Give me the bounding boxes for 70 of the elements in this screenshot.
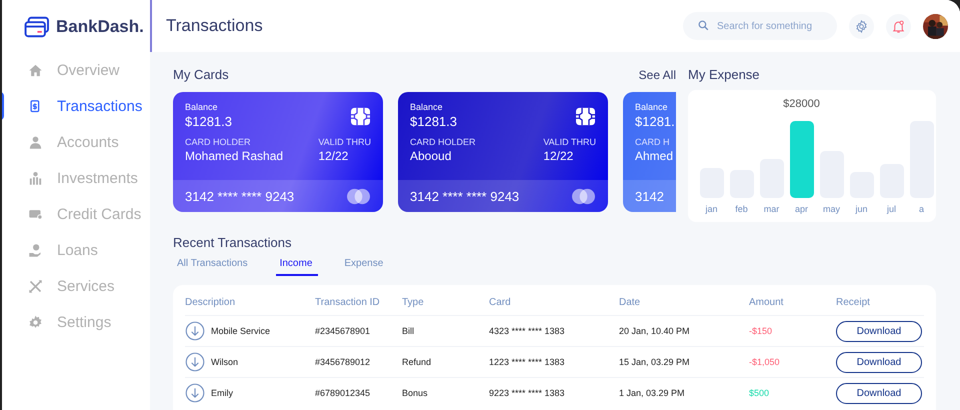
amount-cell: -$150 (749, 326, 772, 336)
table-cell: Emily (211, 388, 233, 398)
column-header: Description (185, 296, 236, 308)
tab[interactable]: Income (276, 256, 318, 276)
valid-label: VALID THRU (318, 137, 371, 147)
table-cell: 1 Jan, 03.29 PM (619, 388, 685, 398)
tab[interactable]: Expense (344, 256, 386, 276)
balance-label: Balance (410, 102, 444, 112)
table-cell: 15 Jan, 03.29 PM (619, 357, 690, 367)
card-number: 3142 **** **** 9243 (185, 188, 294, 204)
see-all-link[interactable]: See All (638, 68, 676, 82)
holder-name: Ahmed (635, 149, 674, 163)
holder-label: CARD H (635, 137, 671, 147)
table-cell: #2345678901 (315, 326, 370, 336)
expiry-date: 12/22 (318, 149, 350, 163)
balance-amount: $1281.3 (410, 114, 457, 129)
card-number: 3142 **** **** 9243 (410, 188, 520, 204)
amount-cell: $500 (749, 388, 770, 398)
balance-amount: $1281. (635, 114, 675, 129)
column-header: Receipt (836, 296, 871, 308)
logo-text: BankDash. (56, 17, 144, 37)
month-label: a (918, 204, 924, 214)
table-cell: Mobile Service (211, 326, 270, 336)
amount-cell: -$1,050 (749, 357, 780, 367)
value-label: $28000 (783, 98, 820, 112)
table-cell: Bonus (402, 388, 428, 398)
holder-label: CARD HOLDER (185, 137, 252, 147)
month-label: jan (705, 204, 718, 214)
credit-card[interactable]: Balance $1281. CARD H Ahmed 3142 (623, 92, 676, 212)
month-label: jun (855, 204, 868, 214)
column-header: Card (489, 296, 512, 308)
balance-label: Balance (185, 102, 219, 112)
balance-amount: $1281.3 (185, 114, 232, 129)
section-title: Recent Transactions (173, 234, 293, 252)
table-cell: #6789012345 (315, 388, 370, 398)
month-label: jul (886, 204, 896, 214)
search-field[interactable]: Search for something (683, 12, 837, 40)
table-cell: 9223 **** **** 1383 (489, 388, 565, 398)
table-cell: Bill (402, 326, 414, 336)
month-label: feb (735, 204, 748, 214)
table-cell: 1223 **** **** 1383 (489, 357, 565, 367)
balance-label: Balance (635, 102, 669, 112)
download-button[interactable]: Download (836, 320, 922, 342)
sidebar-item[interactable]: Transactions (2, 88, 150, 124)
holder-label: CARD HOLDER (410, 137, 477, 147)
column-header: Transaction ID (315, 296, 381, 308)
holder-name: Mohamed Rashad (185, 149, 284, 163)
page-title: Transactions (166, 16, 263, 36)
month-label: apr (794, 204, 808, 214)
month-label: mar (764, 204, 780, 214)
download-button[interactable]: Download (836, 352, 922, 372)
card-number: 3142 (635, 188, 664, 204)
section-title: My Cards (173, 66, 229, 84)
table-cell: Wilson (211, 357, 238, 367)
month-label: may (822, 204, 840, 214)
column-header: Date (619, 296, 642, 308)
column-header: Amount (749, 296, 784, 308)
tab[interactable]: All Transactions (177, 256, 250, 276)
table-cell: 4323 **** **** 1383 (489, 326, 565, 336)
table-cell: Refund (402, 357, 432, 367)
download-button[interactable]: Download (836, 382, 922, 404)
column-header: Type (402, 296, 425, 308)
credit-card[interactable]: Balance $1281.3 CARD HOLDER Mohamed Rashad VALID THRU 12/22 3142 **** **** 9243 (173, 92, 383, 212)
table-cell: 20 Jan, 10.40 PM (619, 326, 690, 336)
table-cell: #3456789012 (315, 357, 370, 367)
expiry-date: 12/22 (543, 149, 574, 163)
valid-label: VALID THRU (543, 137, 596, 147)
holder-name: Abooud (410, 149, 452, 163)
credit-card[interactable]: Balance $1281.3 CARD HOLDER Abooud VALID THRU 12/22 3142 **** **** 9243 (398, 92, 608, 212)
section-title: My Expense (688, 66, 761, 84)
